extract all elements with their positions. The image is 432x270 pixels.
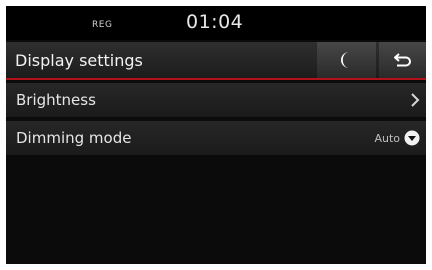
chevron-right-icon <box>411 93 420 107</box>
night-mode-button[interactable] <box>317 42 376 78</box>
brightness-item[interactable]: Brightness <box>6 83 426 117</box>
page-title: Display settings <box>15 51 143 70</box>
clock: 01:04 <box>186 11 244 33</box>
display-screen: REG 01:04 Display settings Brightness Di… <box>6 6 426 264</box>
header-divider <box>6 78 426 80</box>
brightness-label: Brightness <box>16 91 96 109</box>
dropdown-circle-icon[interactable] <box>404 130 420 146</box>
back-button[interactable] <box>379 42 426 78</box>
header-bar: Display settings <box>6 42 426 78</box>
dimming-mode-label: Dimming mode <box>16 129 132 147</box>
reg-label: REG <box>92 20 113 30</box>
crescent-moon-icon <box>340 52 349 68</box>
status-bar: REG 01:04 <box>6 6 426 40</box>
dimming-mode-value: Auto <box>374 132 400 145</box>
return-arrow-icon <box>393 53 411 67</box>
dimming-mode-item[interactable]: Dimming mode Auto <box>6 121 426 155</box>
